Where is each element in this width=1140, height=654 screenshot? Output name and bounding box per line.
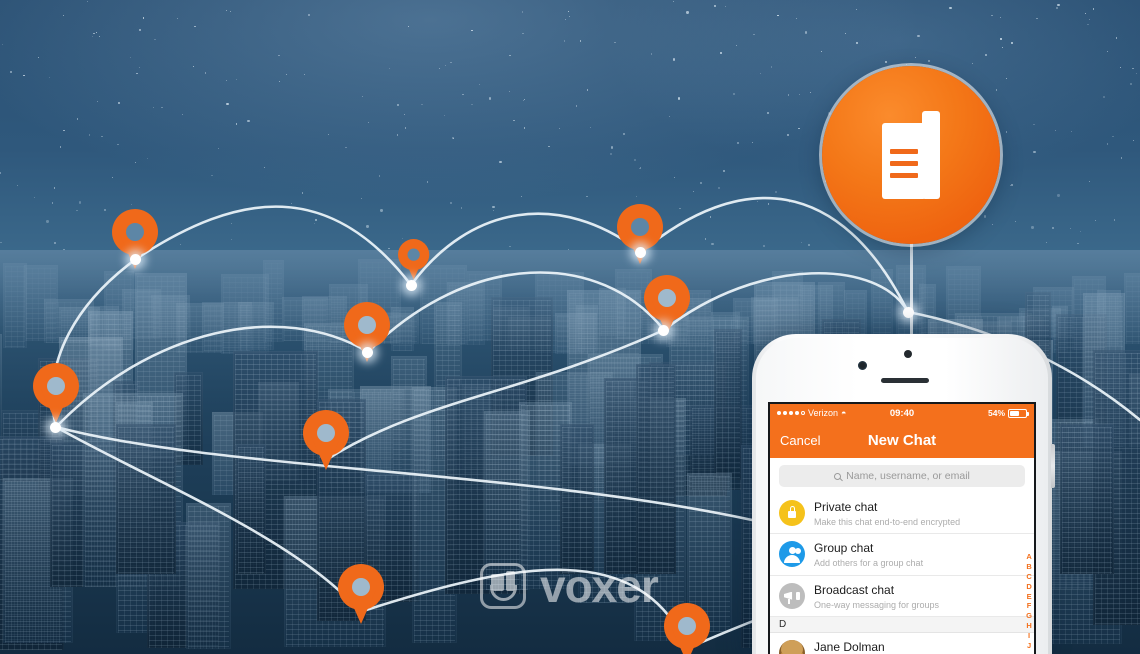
list-item-subtitle: Add others for a group chat — [814, 558, 924, 569]
index-letter[interactable]: C — [1026, 572, 1031, 582]
list-item-group-chat[interactable]: Group chat Add others for a group chat — [770, 534, 1034, 576]
brand-name: voxer — [540, 560, 659, 612]
network-node-dot — [50, 422, 61, 433]
lock-icon — [779, 500, 805, 527]
map-pin-icon — [664, 603, 710, 654]
status-time: 09:40 — [889, 407, 915, 419]
alphabet-index[interactable]: ABCDEFGHIJ — [1026, 552, 1032, 651]
list-item-broadcast-chat[interactable]: Broadcast chat One-way messaging for gro… — [770, 576, 1034, 617]
map-pin-icon — [303, 410, 349, 472]
badge-circle — [822, 66, 1000, 244]
list-item-subtitle: Make this chat end-to-end encrypted — [814, 517, 961, 527]
network-node-dot — [406, 280, 417, 291]
index-letter[interactable]: D — [1026, 582, 1031, 592]
index-letter[interactable]: H — [1026, 621, 1031, 631]
new-chat-list: Private chat Make this chat end-to-end e… — [770, 493, 1034, 654]
screenshot-root: voxer Verizon ◓ 09:40 54% New Chat Cance… — [0, 0, 1140, 654]
wifi-icon: ◓ — [841, 408, 847, 418]
power-button[interactable] — [1051, 444, 1055, 488]
voxer-watermark: voxer — [480, 560, 659, 612]
walkie-talkie-icon — [882, 111, 940, 199]
earpiece-speaker — [881, 378, 929, 383]
nav-bar: New Chat Cancel — [770, 422, 1034, 458]
ios-status-bar: Verizon ◓ 09:40 54% — [770, 404, 1034, 422]
list-item-private-chat[interactable]: Private chat Make this chat end-to-end e… — [770, 493, 1034, 535]
network-node-dot — [658, 325, 669, 336]
network-node-dot — [362, 347, 373, 358]
map-pin-icon — [33, 363, 79, 425]
map-pin-icon — [338, 564, 384, 626]
iphone-mockup: Verizon ◓ 09:40 54% New Chat Cancel Name… — [752, 334, 1055, 654]
cancel-button[interactable]: Cancel — [780, 433, 820, 448]
network-node-dot — [635, 247, 646, 258]
signal-dots-icon — [777, 411, 805, 415]
search-icon — [834, 472, 842, 480]
battery-icon — [1008, 408, 1029, 418]
search-placeholder: Name, username, or email — [846, 470, 970, 482]
avatar — [779, 639, 805, 654]
carrier-label: Verizon — [808, 408, 839, 418]
index-letter[interactable]: J — [1027, 641, 1031, 651]
index-letter[interactable]: B — [1026, 562, 1031, 572]
network-node-dot — [130, 254, 141, 265]
list-item-subtitle: One-way messaging for groups — [814, 599, 940, 610]
search-input[interactable]: Name, username, or email — [779, 465, 1025, 487]
phone-screen: Verizon ◓ 09:40 54% New Chat Cancel Name… — [770, 404, 1034, 654]
index-letter[interactable]: G — [1026, 611, 1032, 621]
index-letter[interactable]: A — [1026, 552, 1031, 562]
voxer-badge — [822, 66, 1000, 380]
front-camera-icon — [858, 361, 867, 370]
list-item-contact[interactable]: Jane Dolman jane — [770, 633, 1034, 654]
list-item-title: Private chat — [814, 500, 878, 514]
list-item-title: Broadcast chat — [814, 582, 895, 597]
map-pin-icon — [398, 239, 430, 281]
voxer-logo-icon — [480, 563, 526, 609]
index-letter[interactable]: F — [1027, 601, 1032, 611]
search-container: Name, username, or email — [770, 458, 1034, 493]
megaphone-icon — [779, 582, 805, 609]
list-item-title: Group chat — [814, 541, 874, 556]
contact-name: Jane Dolman — [814, 639, 885, 654]
proximity-sensor-icon — [904, 350, 912, 358]
index-letter[interactable]: E — [1027, 592, 1032, 602]
battery-percent: 54% — [987, 408, 1005, 418]
section-header-d: D — [770, 616, 1034, 633]
people-icon — [779, 541, 805, 568]
index-letter[interactable]: I — [1028, 631, 1030, 641]
